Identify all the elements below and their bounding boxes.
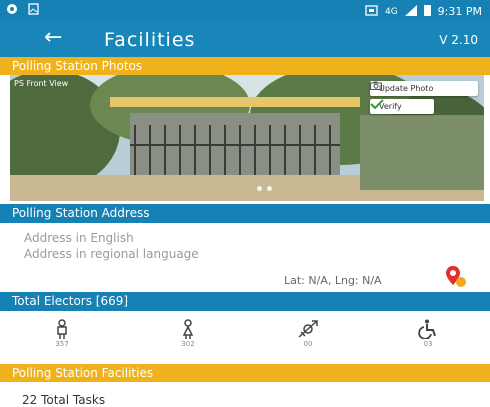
- photos-section-header: Polling Station Photos: [0, 57, 490, 75]
- total-tasks: 22 Total Tasks: [22, 393, 106, 407]
- cast-icon: [365, 4, 378, 19]
- elector-count: 00: [303, 340, 313, 348]
- elector-count: 357: [55, 340, 69, 348]
- female-electors: 302: [158, 319, 218, 348]
- location-pin-icon[interactable]: [444, 264, 468, 292]
- facilities-section-header: Polling Station Facilities: [0, 364, 490, 382]
- photo-pager: [257, 186, 272, 191]
- battery-icon: [423, 4, 431, 19]
- app-notification-icon: [6, 3, 18, 18]
- disabled-icon: [418, 319, 436, 339]
- third-gender-electors: 00: [278, 319, 338, 348]
- version-label: V 2.10: [439, 33, 478, 47]
- polling-station-photo[interactable]: PS Front View Update Photo Verify: [10, 75, 484, 201]
- photo-label: PS Front View: [14, 79, 69, 88]
- network-type: 4G: [384, 6, 398, 17]
- address-regional: Address in regional language: [24, 247, 199, 261]
- update-photo-button[interactable]: Update Photo: [370, 81, 478, 96]
- page-title: Facilities: [104, 29, 196, 51]
- pager-dot[interactable]: [257, 186, 262, 191]
- male-electors: 357: [32, 319, 92, 348]
- address-section-header: Polling Station Address: [0, 204, 490, 223]
- female-icon: [182, 319, 194, 339]
- pager-dot[interactable]: [267, 186, 272, 191]
- status-time: 9:31 PM: [437, 5, 482, 18]
- image-notification-icon: [28, 3, 39, 18]
- electors-section-header: Total Electors [669]: [0, 292, 490, 311]
- toolbar: ← Facilities V 2.10: [0, 22, 490, 57]
- status-bar: 4G 9:31 PM: [0, 0, 490, 22]
- disabled-electors: 03: [398, 319, 458, 348]
- address-english: Address in English: [24, 231, 134, 245]
- lat-lng-label: Lat: N/A, Lng: N/A: [284, 274, 382, 287]
- elector-count: 03: [423, 340, 433, 348]
- elector-count: 302: [181, 340, 195, 348]
- third-gender-icon: [298, 320, 318, 338]
- verify-button[interactable]: Verify: [370, 99, 434, 114]
- signal-icon: [404, 4, 417, 19]
- back-arrow-icon[interactable]: ←: [44, 26, 62, 50]
- update-photo-label: Update Photo: [379, 84, 434, 93]
- male-icon: [57, 319, 67, 339]
